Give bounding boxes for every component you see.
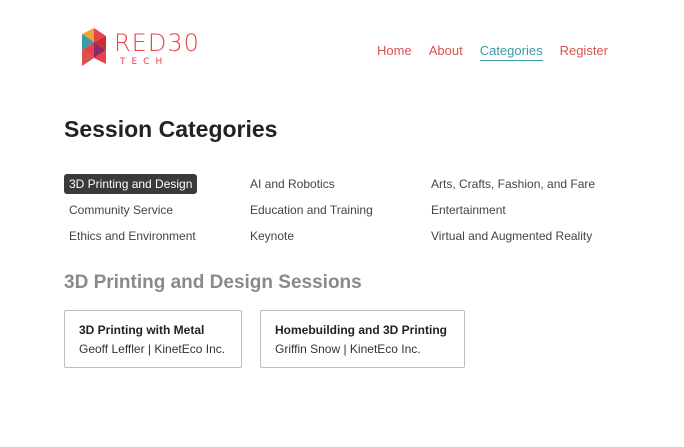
section-title: 3D Printing and Design Sessions	[64, 272, 362, 293]
category-ai-and-robotics[interactable]: AI and Robotics	[245, 174, 340, 194]
category-ethics-and-environment[interactable]: Ethics and Environment	[64, 226, 201, 246]
session-title: Homebuilding and 3D Printing	[275, 322, 447, 337]
category-grid: 3D Printing and Design AI and Robotics A…	[64, 171, 624, 249]
category-row: 3D Printing and Design AI and Robotics A…	[64, 171, 624, 197]
page-title: Session Categories	[64, 116, 278, 142]
category-community-service[interactable]: Community Service	[64, 200, 178, 220]
nav-register[interactable]: Register	[560, 43, 608, 61]
category-education-and-training[interactable]: Education and Training	[245, 200, 378, 220]
nav-categories[interactable]: Categories	[479, 43, 543, 61]
session-speaker: Griffin Snow | KinetEco Inc.	[275, 341, 421, 356]
session-card[interactable]: 3D Printing with Metal Geoff Leffler | K…	[64, 310, 242, 368]
main-nav: Home About Categories Register	[377, 43, 608, 61]
session-card[interactable]: Homebuilding and 3D Printing Griffin Sno…	[260, 310, 465, 368]
nav-home[interactable]: Home	[377, 43, 412, 61]
brand-logo[interactable]: RED30 TECH	[80, 25, 200, 73]
session-list: 3D Printing with Metal Geoff Leffler | K…	[64, 310, 465, 368]
category-arts-crafts[interactable]: Arts, Crafts, Fashion, and Fare	[426, 174, 600, 194]
brand-name: RED30	[114, 29, 200, 57]
session-title: 3D Printing with Metal	[79, 322, 205, 337]
session-speaker: Geoff Leffler | KinetEco Inc.	[79, 341, 226, 356]
brand-sub: TECH	[120, 57, 169, 67]
category-3d-printing-and-design[interactable]: 3D Printing and Design	[64, 174, 198, 194]
nav-about[interactable]: About	[429, 43, 463, 61]
category-row: Ethics and Environment Keynote Virtual a…	[64, 223, 624, 249]
category-row: Community Service Education and Training…	[64, 197, 624, 223]
category-entertainment[interactable]: Entertainment	[426, 200, 511, 220]
logo-mark-icon	[82, 28, 106, 66]
category-keynote[interactable]: Keynote	[245, 226, 299, 246]
category-virtual-and-augmented-reality[interactable]: Virtual and Augmented Reality	[426, 226, 597, 246]
